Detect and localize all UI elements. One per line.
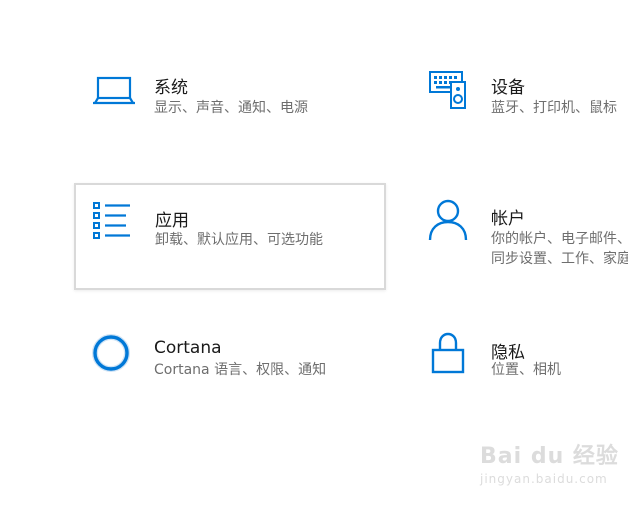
watermark-logo-text: Bai du 经验: [480, 444, 619, 469]
tile-system-title: 系统: [154, 78, 188, 98]
tile-devices[interactable]: 设备 蓝牙、打印机、鼠标: [414, 60, 628, 160]
laptop-icon: [92, 70, 136, 114]
tile-system-desc: 显示、声音、通知、电源: [154, 100, 308, 116]
tile-apps[interactable]: 应用 卸载、默认应用、可选功能: [74, 183, 386, 290]
lock-icon: [428, 331, 472, 375]
tile-apps-desc: 卸载、默认应用、可选功能: [155, 232, 323, 248]
tile-system[interactable]: 系统 显示、声音、通知、电源: [76, 60, 376, 160]
watermark-url: jingyan.baidu.com: [480, 472, 608, 486]
tile-cortana-title: Cortana: [154, 338, 222, 358]
person-icon: [426, 198, 470, 242]
tile-accounts-desc: 你的帐户、电子邮件、同步设置、工作、家庭: [491, 231, 628, 267]
app-list-icon: [90, 199, 134, 243]
tile-devices-title: 设备: [491, 78, 525, 98]
tile-devices-desc: 蓝牙、打印机、鼠标: [491, 100, 617, 116]
tile-apps-title: 应用: [155, 211, 189, 231]
keyboard-speaker-icon: [428, 70, 472, 114]
baidu-watermark: Bai du 经验 jingyan.baidu.com: [480, 438, 619, 486]
tile-cortana-desc: Cortana 语言、权限、通知: [154, 362, 327, 378]
cortana-circle-icon: [90, 331, 134, 375]
tile-privacy-desc: 位置、相机: [491, 362, 561, 378]
tile-accounts-title: 帐户: [491, 209, 525, 229]
tile-cortana[interactable]: Cortana Cortana 语言、权限、通知: [76, 322, 376, 422]
tile-privacy[interactable]: 隐私 位置、相机: [414, 322, 628, 422]
tile-accounts[interactable]: 帐户 你的帐户、电子邮件、同步设置、工作、家庭: [414, 190, 628, 290]
